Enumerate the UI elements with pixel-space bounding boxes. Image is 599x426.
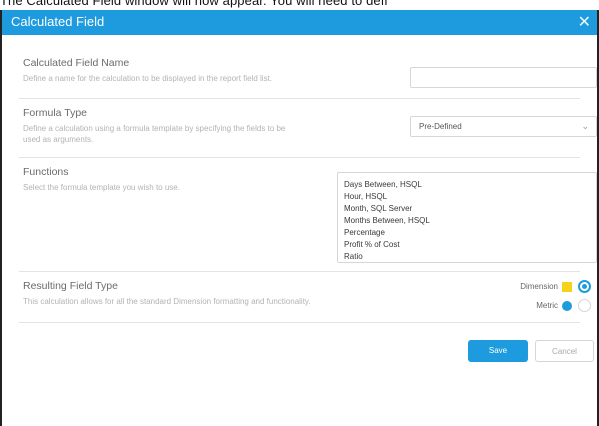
- functions-listbox[interactable]: Days Between, HSQL Hour, HSQL Month, SQL…: [337, 172, 597, 263]
- function-list-item[interactable]: Profit % of Cost: [344, 239, 596, 251]
- divider: [19, 271, 580, 272]
- result-type-section: Resulting Field Type This calculation al…: [23, 280, 578, 307]
- metric-option[interactable]: Metric: [536, 299, 591, 312]
- formula-type-selected-value: Pre-Defined: [419, 122, 462, 131]
- field-name-input[interactable]: [410, 67, 597, 88]
- function-list-item[interactable]: Days Between, HSQL: [344, 179, 596, 191]
- result-type-description: This calculation allows for all the stan…: [23, 297, 311, 306]
- formula-type-desc-line1: Define a calculation using a formula tem…: [23, 124, 286, 133]
- dimension-option[interactable]: Dimension: [520, 280, 591, 293]
- function-list-item[interactable]: Months Between, HSQL: [344, 215, 596, 227]
- function-list-item[interactable]: Percentage: [344, 227, 596, 239]
- caption-text-strip: The Calculated Field window will now app…: [0, 0, 599, 10]
- divider: [19, 157, 580, 158]
- dimension-radio[interactable]: [578, 280, 591, 293]
- divider: [19, 322, 580, 323]
- chevron-down-icon: ⌄: [581, 121, 589, 131]
- save-button[interactable]: Save: [468, 340, 528, 362]
- caption-text: The Calculated Field window will now app…: [0, 0, 388, 8]
- metric-color-swatch: [562, 300, 572, 311]
- divider: [19, 98, 580, 99]
- result-type-heading: Resulting Field Type: [23, 280, 118, 292]
- dialog-titlebar: Calculated Field ✕: [2, 10, 597, 35]
- metric-label: Metric: [536, 301, 558, 310]
- formula-type-select[interactable]: Pre-Defined ⌄: [410, 116, 597, 137]
- cancel-button[interactable]: Cancel: [535, 340, 594, 362]
- function-list-item[interactable]: Month, SQL Server: [344, 203, 596, 215]
- calculated-field-dialog: Calculated Field ✕ Calculated Field Name…: [0, 10, 599, 426]
- formula-type-desc-line2: used as arguments.: [23, 135, 94, 144]
- function-list-item[interactable]: Ratio: [344, 251, 596, 262]
- metric-radio[interactable]: [578, 299, 591, 312]
- close-icon[interactable]: ✕: [578, 12, 591, 32]
- dialog-title: Calculated Field: [11, 14, 105, 29]
- function-list-item[interactable]: Hour, HSQL: [344, 191, 596, 203]
- dimension-color-swatch: [562, 281, 572, 292]
- dimension-label: Dimension: [520, 282, 558, 291]
